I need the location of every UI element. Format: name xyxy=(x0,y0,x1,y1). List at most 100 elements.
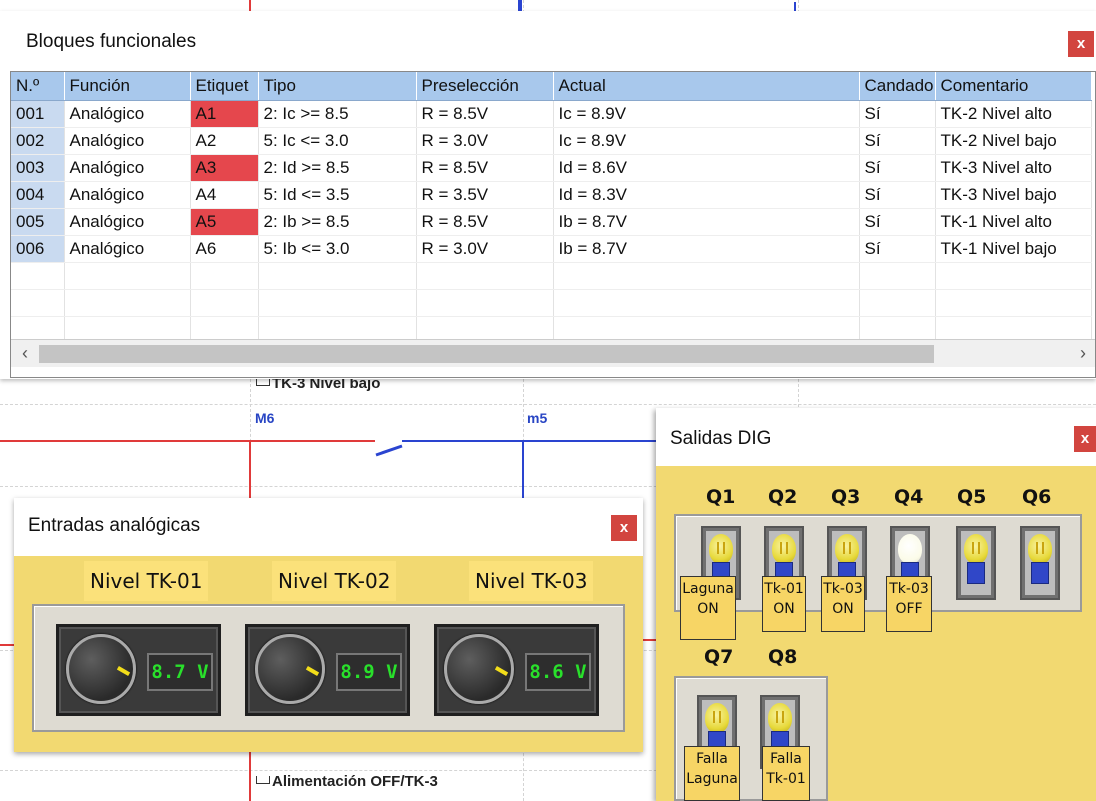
cell-candado: Sí xyxy=(859,127,936,155)
ladder-note-bottom: Alimentación OFF/TK-3 xyxy=(256,773,438,790)
window-header: Entradas analógicas x xyxy=(14,498,643,556)
cell-candado: Sí xyxy=(859,208,936,236)
analog-gauge: 8.6 V xyxy=(434,624,599,716)
horizontal-scrollbar[interactable]: ‹ › xyxy=(11,339,1095,367)
cell-etiqueta: A4 xyxy=(190,181,259,209)
table-row[interactable]: 003 Analógico A3 2: Id >= 8.5 R = 8.5V I… xyxy=(11,154,1092,182)
cell-num: 004 xyxy=(11,181,65,209)
cell-funcion: Analógico xyxy=(64,100,191,128)
cell-comentario: TK-3 Nivel bajo xyxy=(935,181,1092,209)
cell-funcion: Analógico xyxy=(64,127,191,155)
output-tag-q3: Tk-03 ON xyxy=(821,576,865,632)
analog-input-label: Nivel TK-03 xyxy=(469,561,594,601)
window-title: Entradas analógicas xyxy=(28,515,201,536)
cell-tipo: 2: Id >= 8.5 xyxy=(258,154,417,182)
output-label-q7: Q7 xyxy=(704,646,734,668)
cell-funcion: Analógico xyxy=(64,154,191,182)
window-header: Salidas DIG x xyxy=(656,408,1096,466)
close-button[interactable]: x xyxy=(611,515,637,541)
output-label-q1: Q1 xyxy=(706,486,736,508)
column-header[interactable]: Etiquet xyxy=(190,72,259,101)
cell-candado: Sí xyxy=(859,100,936,128)
window-title: Bloques funcionales xyxy=(26,31,197,52)
cell-preseleccion: R = 3.5V xyxy=(416,181,554,209)
output-label-q2: Q2 xyxy=(768,486,798,508)
table-row[interactable]: 002 Analógico A2 5: Ic <= 3.0 R = 3.0V I… xyxy=(11,127,1092,155)
chevron-right-icon[interactable]: › xyxy=(1071,341,1095,367)
output-label-q3: Q3 xyxy=(831,486,861,508)
cell-tipo: 5: Ic <= 3.0 xyxy=(258,127,417,155)
column-header[interactable]: Función xyxy=(64,72,191,101)
cell-comentario: TK-1 Nivel bajo xyxy=(935,235,1092,263)
cell-preseleccion: R = 3.0V xyxy=(416,235,554,263)
cell-preseleccion: R = 3.0V xyxy=(416,127,554,155)
analog-input-label: Nivel TK-02 xyxy=(272,561,397,601)
table-row-empty xyxy=(11,262,1092,290)
chevron-left-icon[interactable]: ‹ xyxy=(13,341,37,367)
table-row[interactable]: 004 Analógico A4 5: Id <= 3.5 R = 3.5V I… xyxy=(11,181,1092,209)
lcd-readout: 8.9 V xyxy=(336,653,402,691)
cell-etiqueta: A6 xyxy=(190,235,259,263)
cell-candado: Sí xyxy=(859,154,936,182)
cell-comentario: TK-1 Nivel alto xyxy=(935,208,1092,236)
scrollbar-thumb[interactable] xyxy=(39,345,934,363)
marker-m5: m5 xyxy=(527,410,548,426)
column-header[interactable]: Candado xyxy=(859,72,936,101)
output-tag-q2: Tk-01 ON xyxy=(762,576,806,632)
column-header[interactable]: Tipo xyxy=(258,72,417,101)
output-tag-q7: Falla Laguna xyxy=(684,746,740,801)
cell-num: 003 xyxy=(11,154,65,182)
output-label-q6: Q6 xyxy=(1022,486,1052,508)
cell-comentario: TK-3 Nivel alto xyxy=(935,154,1092,182)
coil-icon xyxy=(256,378,270,386)
cell-tipo: 5: Ib <= 3.0 xyxy=(258,235,417,263)
table-row[interactable]: 006 Analógico A6 5: Ib <= 3.0 R = 3.0V I… xyxy=(11,235,1092,263)
table-header-row: N.º Función Etiquet Tipo Preselección Ac… xyxy=(11,72,1092,101)
function-blocks-table: N.º Función Etiquet Tipo Preselección Ac… xyxy=(10,71,1096,378)
analog-gauge: 8.7 V xyxy=(56,624,221,716)
output-label-q4: Q4 xyxy=(894,486,924,508)
contact-switch xyxy=(375,444,403,457)
cell-etiqueta: A3 xyxy=(190,154,259,182)
column-header[interactable]: Actual xyxy=(553,72,860,101)
table-row[interactable]: 005 Analógico A5 2: Ib >= 8.5 R = 8.5V I… xyxy=(11,208,1092,236)
column-header[interactable]: N.º xyxy=(11,72,65,101)
column-header[interactable]: Preselección xyxy=(416,72,554,101)
cell-etiqueta: A1 xyxy=(190,100,259,128)
lamp-q5[interactable] xyxy=(956,526,996,600)
marker-m6: M6 xyxy=(255,410,275,426)
cell-tipo: 2: Ic >= 8.5 xyxy=(258,100,417,128)
cell-funcion: Analógico xyxy=(64,181,191,209)
table-row-empty xyxy=(11,289,1092,317)
window-title: Salidas DIG xyxy=(670,428,772,449)
close-button[interactable]: x xyxy=(1068,31,1094,57)
salidas-dig-window: Salidas DIG x Q1 Q2 Q3 Q4 Q5 Q6 Laguna ON… xyxy=(656,408,1096,801)
analog-gauges-panel: 8.7 V 8.9 V 8.6 V xyxy=(32,604,625,732)
cell-num: 005 xyxy=(11,208,65,236)
cell-actual: Id = 8.3V xyxy=(553,181,860,209)
table-row[interactable]: 001 Analógico A1 2: Ic >= 8.5 R = 8.5V I… xyxy=(11,100,1092,128)
output-tag-q4: Tk-03 OFF xyxy=(886,576,932,632)
lcd-readout: 8.7 V xyxy=(147,653,213,691)
cell-actual: Ic = 8.9V xyxy=(553,127,860,155)
cell-funcion: Analógico xyxy=(64,235,191,263)
cell-preseleccion: R = 8.5V xyxy=(416,154,554,182)
cell-comentario: TK-2 Nivel bajo xyxy=(935,127,1092,155)
cell-preseleccion: R = 8.5V xyxy=(416,100,554,128)
cell-num: 002 xyxy=(11,127,65,155)
cell-etiqueta: A2 xyxy=(190,127,259,155)
output-tag-q8: Falla Tk-01 xyxy=(762,746,810,801)
cell-actual: Ib = 8.7V xyxy=(553,208,860,236)
cell-funcion: Analógico xyxy=(64,208,191,236)
lamp-q6[interactable] xyxy=(1020,526,1060,600)
cell-actual: Ib = 8.7V xyxy=(553,235,860,263)
output-label-q8: Q8 xyxy=(768,646,798,668)
analog-input-label: Nivel TK-01 xyxy=(84,561,209,601)
bloques-funcionales-window: Bloques funcionales x N.º Función Etique… xyxy=(0,11,1096,379)
close-button[interactable]: x xyxy=(1074,426,1096,452)
output-tag-q1: Laguna ON xyxy=(680,576,736,640)
column-header[interactable]: Comentario xyxy=(935,72,1092,101)
cell-comentario: TK-2 Nivel alto xyxy=(935,100,1092,128)
cell-num: 001 xyxy=(11,100,65,128)
output-label-q5: Q5 xyxy=(957,486,987,508)
